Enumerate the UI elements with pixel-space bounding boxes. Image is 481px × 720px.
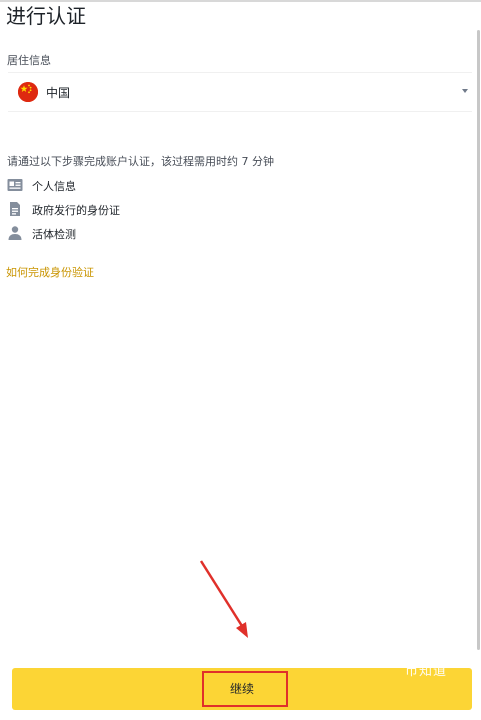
verification-intro: 请通过以下步骤完成账户认证，该过程需用时约 7 分钟 — [7, 155, 274, 168]
how-to-verify-link[interactable]: 如何完成身份验证 — [6, 264, 94, 280]
document-icon — [7, 201, 23, 217]
continue-label: 继续 — [229, 682, 254, 696]
country-select[interactable]: 中国 — [8, 72, 472, 112]
step-label: 个人信息 — [32, 180, 76, 193]
china-flag-icon — [18, 82, 38, 102]
page-title: 进行认证 — [6, 4, 86, 28]
continue-button[interactable]: 继续 — [12, 668, 472, 710]
residence-label: 居住信息 — [7, 54, 51, 67]
verification-page: 进行认证 居住信息 中国 请通过以下步骤完成账户认证，该过程需用时约 7 分钟 — [0, 0, 481, 720]
id-card-icon — [7, 177, 23, 193]
scrollbar[interactable] — [477, 30, 480, 650]
step-label: 活体检测 — [32, 228, 76, 241]
step-label: 政府发行的身份证 — [32, 204, 120, 217]
country-name: 中国 — [46, 86, 71, 100]
chevron-down-icon — [462, 89, 468, 93]
person-icon — [7, 225, 23, 241]
watermark: 币知道 — [405, 664, 448, 679]
